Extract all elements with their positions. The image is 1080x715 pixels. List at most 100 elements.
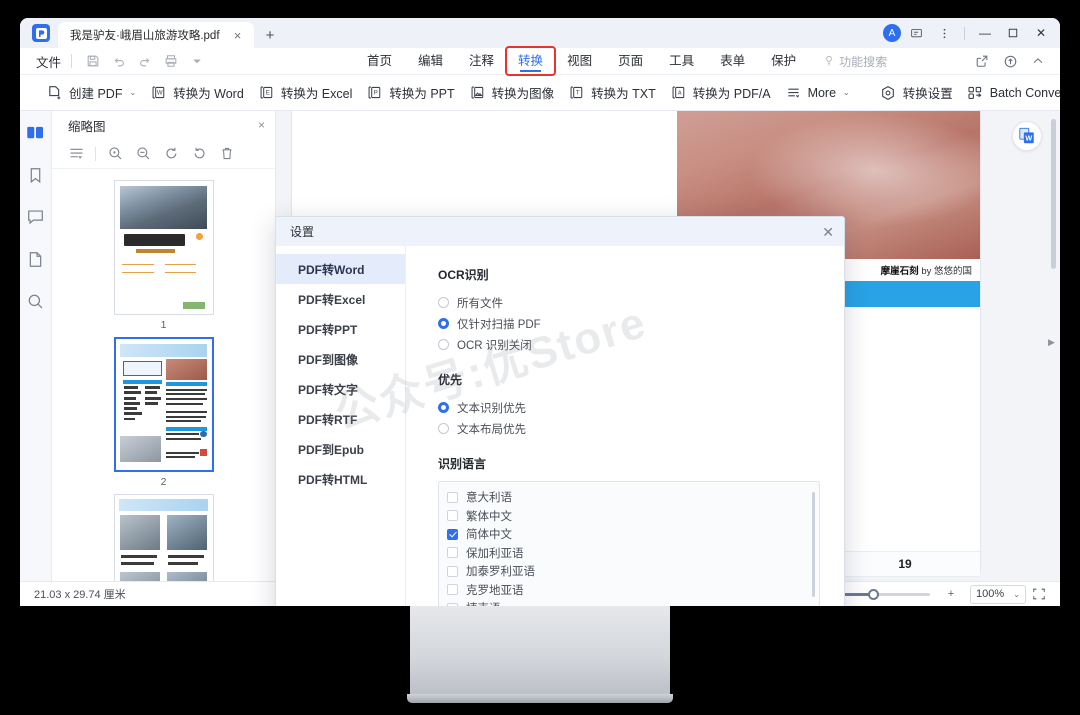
language-item-traditional-chinese[interactable]: 繁体中文 — [447, 507, 819, 526]
tab-tools[interactable]: 工具 — [656, 48, 707, 74]
sidebar-item-pdf-to-text[interactable]: PDF转文字 — [276, 374, 405, 404]
document-tab[interactable]: 我是驴友·峨眉山旅游攻略.pdf × — [58, 22, 254, 48]
rotate-left-icon[interactable] — [157, 141, 185, 167]
tab-comment[interactable]: 注释 — [456, 48, 507, 74]
ribbon-more[interactable]: More ⌄ — [785, 78, 864, 108]
thumbnail-page-3[interactable]: 3 — [52, 494, 275, 581]
language-item-catalan[interactable]: 加泰罗利亚语 — [447, 562, 819, 581]
language-item-simplified-chinese[interactable]: 简体中文 — [447, 525, 819, 544]
tab-page[interactable]: 页面 — [605, 48, 656, 74]
ribbon-label: 转换为 PPT — [389, 87, 455, 101]
radio-icon-selected — [438, 318, 449, 329]
ribbon-to-excel[interactable]: E 转换为 Excel — [258, 78, 367, 108]
thumbnail-list-options-icon[interactable] — [62, 141, 90, 167]
sidebar-item-bookmarks[interactable] — [24, 163, 48, 187]
thumbnail-page-2[interactable]: 2 — [52, 337, 275, 488]
redo-icon[interactable] — [132, 50, 158, 72]
feature-search[interactable]: 功能搜索 — [809, 53, 887, 70]
print-icon[interactable] — [158, 50, 184, 72]
checkbox-icon[interactable] — [447, 491, 458, 503]
svg-text:A: A — [678, 91, 682, 97]
collapse-ribbon-icon[interactable] — [1026, 50, 1050, 72]
ribbon-to-ppt[interactable]: P 转换为 PPT — [366, 78, 468, 108]
sidebar-item-pdf-to-word[interactable]: PDF转Word — [276, 254, 405, 284]
minimize-button[interactable]: — — [972, 21, 998, 45]
vertical-scrollbar[interactable] — [1051, 119, 1056, 269]
close-icon[interactable]: ✕ — [822, 225, 834, 239]
undo-icon[interactable] — [106, 50, 132, 72]
fit-page-icon[interactable] — [1026, 583, 1052, 605]
rotate-right-icon[interactable] — [185, 141, 213, 167]
maximize-button[interactable] — [1000, 21, 1026, 45]
tab-view[interactable]: 视图 — [554, 48, 605, 74]
tab-home[interactable]: 首页 — [354, 48, 405, 74]
zoom-out-thumbnail-icon[interactable] — [129, 141, 157, 167]
sidebar-item-pdf-to-ppt[interactable]: PDF转PPT — [276, 314, 405, 344]
menu-file[interactable]: 文件 — [36, 52, 71, 71]
priority-option-text-layout[interactable]: 文本布局优先 — [438, 418, 820, 439]
share-external-icon[interactable] — [970, 50, 994, 72]
checkbox-icon[interactable] — [447, 584, 458, 596]
close-window-button[interactable]: ✕ — [1028, 21, 1054, 45]
sidebar-item-pdf-to-excel[interactable]: PDF转Excel — [276, 284, 405, 314]
radio-icon — [438, 339, 449, 350]
tab-edit[interactable]: 编辑 — [405, 48, 456, 74]
sidebar-item-pdf-to-image[interactable]: PDF到图像 — [276, 344, 405, 374]
ribbon-batch-convert[interactable]: Batch Convert — [967, 78, 1060, 108]
quick-access-dropdown-icon[interactable] — [184, 50, 210, 72]
thumbnail-list[interactable]: 1 2 — [52, 170, 275, 581]
thumbnail-title: 缩略图 — [68, 119, 106, 134]
language-label: 加泰罗利亚语 — [466, 566, 535, 579]
close-tab-icon[interactable]: × — [230, 27, 246, 43]
language-list-scrollbar[interactable] — [812, 492, 815, 597]
tab-convert[interactable]: 转换 — [505, 46, 557, 76]
more-menu-icon[interactable] — [931, 21, 957, 45]
sidebar-item-thumbnails[interactable] — [24, 121, 48, 145]
language-item-croatian[interactable]: 克罗地亚语 — [447, 581, 819, 600]
zoom-in-thumbnail-icon[interactable] — [101, 141, 129, 167]
language-item-czech[interactable]: 捷克语 — [447, 599, 819, 606]
ocr-option-scanned-only[interactable]: 仅针对扫描 PDF — [438, 313, 820, 334]
avatar[interactable]: A — [883, 24, 901, 42]
checkbox-icon[interactable] — [447, 510, 458, 522]
sidebar-item-pdf-to-epub[interactable]: PDF到Epub — [276, 434, 405, 464]
checkbox-icon[interactable] — [447, 565, 458, 577]
checkbox-icon[interactable] — [447, 602, 458, 606]
language-item-bulgarian[interactable]: 保加利亚语 — [447, 544, 819, 563]
tab-title: 我是驴友·峨眉山旅游攻略.pdf — [70, 30, 220, 42]
zoom-level-select[interactable]: 100% ⌄ — [970, 584, 1026, 604]
sidebar-item-pages[interactable] — [24, 247, 48, 271]
delete-page-icon[interactable] — [213, 141, 241, 167]
checkbox-icon[interactable] — [447, 547, 458, 559]
cloud-upload-icon[interactable] — [998, 50, 1022, 72]
option-label: OCR 识别关闭 — [457, 339, 532, 352]
convert-to-word-floating-button[interactable]: W — [1012, 121, 1042, 151]
ribbon-to-word[interactable]: W 转换为 Word — [150, 78, 258, 108]
tab-form[interactable]: 表单 — [707, 48, 758, 74]
new-tab-icon[interactable]: + — [262, 27, 278, 43]
ribbon-convert-settings[interactable]: 转换设置 — [880, 78, 967, 108]
save-icon[interactable] — [80, 50, 106, 72]
option-label: 文本识别优先 — [457, 402, 526, 415]
sidebar-item-pdf-to-html[interactable]: PDF转HTML — [276, 464, 405, 494]
slider-knob[interactable] — [868, 588, 880, 600]
sidebar-item-pdf-to-rtf[interactable]: PDF转RTF — [276, 404, 405, 434]
ribbon-to-image[interactable]: 转换为图像 — [469, 78, 569, 108]
expand-panel-icon[interactable]: ▶ — [1048, 337, 1058, 347]
ribbon-to-txt[interactable]: T 转换为 TXT — [568, 78, 670, 108]
ocr-option-all-files[interactable]: 所有文件 — [438, 292, 820, 313]
checkbox-icon-checked[interactable] — [447, 528, 458, 540]
zoom-in-button[interactable]: + — [938, 583, 964, 605]
ocr-option-off[interactable]: OCR 识别关闭 — [438, 334, 820, 355]
ribbon-to-pdfa[interactable]: A 转换为 PDF/A — [670, 78, 785, 108]
close-thumbnail-panel-icon[interactable]: × — [258, 118, 265, 132]
priority-option-text-recognition[interactable]: 文本识别优先 — [438, 397, 820, 418]
sidebar-item-search[interactable] — [24, 289, 48, 313]
tab-protect[interactable]: 保护 — [758, 48, 809, 74]
language-list[interactable]: 意大利语 繁体中文 简体中文 保加利亚语 加泰罗利亚语 克罗地亚语 — [438, 481, 820, 606]
sidebar-item-comments[interactable] — [24, 205, 48, 229]
ribbon-create-pdf[interactable]: 创建 PDF ⌄ — [46, 78, 150, 108]
language-item-italian[interactable]: 意大利语 — [447, 488, 819, 507]
feedback-icon[interactable] — [903, 21, 929, 45]
thumbnail-page-1[interactable]: 1 — [52, 180, 275, 331]
